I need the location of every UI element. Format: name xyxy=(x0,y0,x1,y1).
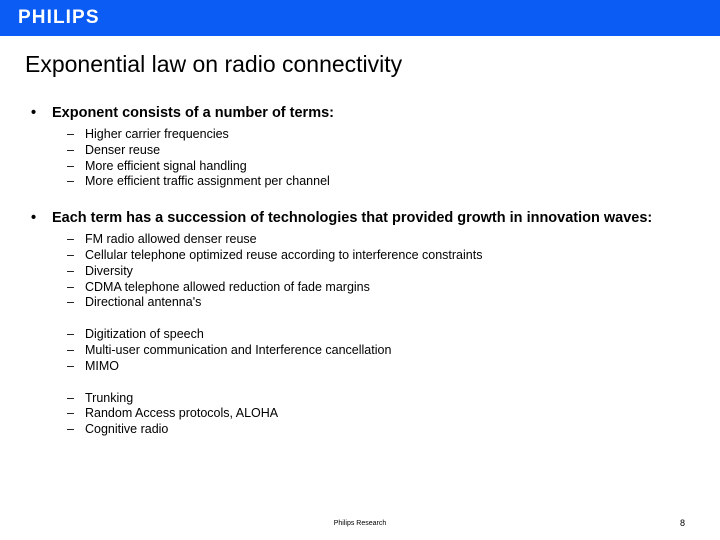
bullet-dash-icon: – xyxy=(67,263,74,278)
page-title: Exponential law on radio connectivity xyxy=(25,51,403,77)
list-item: – Higher carrier frequencies xyxy=(0,127,720,143)
list-item: – Directional antenna's xyxy=(0,295,720,311)
list-item: – More efficient signal handling xyxy=(0,159,720,175)
bullet-dash-icon: – xyxy=(67,342,74,357)
list-item-label: More efficient signal handling xyxy=(85,158,247,173)
bullet-dash-icon: – xyxy=(67,406,74,421)
bullet-dash-icon: – xyxy=(67,247,74,262)
bullet-dash-icon: – xyxy=(67,158,74,173)
bullet-dash-icon: – xyxy=(67,142,74,157)
list-item: – Cellular telephone optimized reuse acc… xyxy=(0,248,720,264)
bullet-dash-icon: – xyxy=(67,127,74,141)
list-item-label: Random Access protocols, ALOHA xyxy=(85,406,279,421)
list-item: – CDMA telephone allowed reduction of fa… xyxy=(0,280,720,296)
bullet-dash-icon: – xyxy=(67,327,74,342)
bullet-dash-icon: – xyxy=(67,358,74,373)
list-item: – Digitization of speech xyxy=(0,327,720,343)
bullet-dash-icon: – xyxy=(67,422,74,437)
slide-content: • Exponent consists of a number of terms… xyxy=(0,104,720,438)
list-item-label: FM radio allowed denser reuse xyxy=(85,232,257,247)
bullet-level1: • Each term has a succession of technolo… xyxy=(0,209,720,227)
bullet-level1: • Exponent consists of a number of terms… xyxy=(0,104,720,122)
sub-bullet-group: – Digitization of speech – Multi-user co… xyxy=(0,327,720,374)
bullet-dash-icon: – xyxy=(67,390,74,405)
list-item: – MIMO xyxy=(0,359,720,375)
list-item: – FM radio allowed denser reuse xyxy=(0,232,720,248)
list-item-label: Directional antenna's xyxy=(85,295,202,310)
list-item-label: Diversity xyxy=(85,263,133,278)
footer-note: Philips Research xyxy=(333,520,387,527)
list-item: – Diversity xyxy=(0,264,720,280)
bullet-dot-icon: • xyxy=(31,105,37,121)
list-item-label: Trunking xyxy=(85,390,134,405)
list-item-label: Digitization of speech xyxy=(85,327,204,342)
sub-bullet-group: – Trunking – Random Access protocols, AL… xyxy=(0,391,720,438)
bullet-dash-icon: – xyxy=(67,295,74,310)
list-item-label: Denser reuse xyxy=(85,142,161,157)
list-item: – Cognitive radio xyxy=(0,422,720,438)
bullet-level1-label: Each term has a succession of technologi… xyxy=(52,210,653,227)
bullet-dash-icon: – xyxy=(67,174,74,189)
philips-logo: PHILIPS xyxy=(18,7,100,28)
list-item-label: Higher carrier frequencies xyxy=(85,127,229,141)
brand-banner: PHILIPS xyxy=(0,0,720,36)
page-number: 8 xyxy=(679,518,685,528)
list-item: – More efficient traffic assignment per … xyxy=(0,174,720,190)
sub-bullet-group: – FM radio allowed denser reuse – Cellul… xyxy=(0,232,720,311)
list-item: – Denser reuse xyxy=(0,143,720,159)
list-item: – Multi-user communication and Interfere… xyxy=(0,343,720,359)
bullet-dot-icon: • xyxy=(31,210,37,227)
bullet-dash-icon: – xyxy=(67,232,74,247)
bullet-dash-icon: – xyxy=(67,279,74,294)
bullet-level1-label: Exponent consists of a number of terms: xyxy=(52,105,334,121)
list-item-label: Cellular telephone optimized reuse accor… xyxy=(85,247,483,262)
list-item: – Random Access protocols, ALOHA xyxy=(0,406,720,422)
sub-bullet-group: – Higher carrier frequencies – Denser re… xyxy=(0,127,720,190)
list-item-label: More efficient traffic assignment per ch… xyxy=(85,174,330,189)
list-item-label: MIMO xyxy=(85,358,120,373)
list-item-label: CDMA telephone allowed reduction of fade… xyxy=(85,279,370,294)
list-item-label: Cognitive radio xyxy=(85,422,169,437)
list-item-label: Multi-user communication and Interferenc… xyxy=(85,342,392,357)
list-item: – Trunking xyxy=(0,391,720,407)
